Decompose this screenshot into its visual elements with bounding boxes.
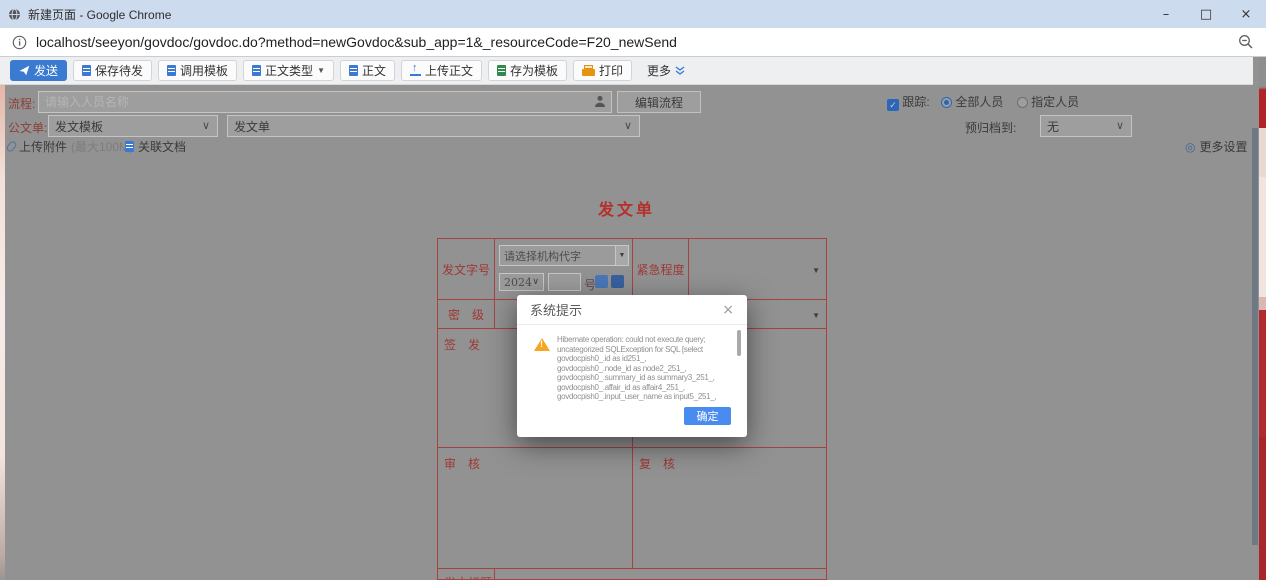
recheck-label: 复 核 bbox=[639, 457, 676, 471]
related-doc-link[interactable]: 关联文档 bbox=[125, 138, 186, 155]
doc-form-label: 公文单: bbox=[8, 121, 48, 135]
doc-number-label: 发文字号 bbox=[441, 262, 490, 277]
form-select[interactable]: 发文单 ∨ bbox=[227, 115, 640, 137]
url-text[interactable]: localhost/seeyon/govdoc/govdoc.do?method… bbox=[36, 34, 1238, 50]
body-type-dropdown-button[interactable]: 正文类型 ▼ bbox=[243, 60, 334, 81]
dialog-body: Hibernate operation: could not execute q… bbox=[517, 325, 747, 402]
recheck-cell[interactable]: 复 核 bbox=[633, 448, 826, 569]
window-controls: – □ × bbox=[1146, 0, 1266, 28]
page-content: 发送 保存待发 调用模板 正文类型 ▼ 正文 上传正文 存为模板 bbox=[0, 57, 1266, 580]
send-button[interactable]: 发送 bbox=[10, 60, 68, 81]
track-all-radio[interactable] bbox=[941, 97, 953, 108]
track-checkbox[interactable]: ✓ bbox=[887, 99, 899, 111]
doc-save-as-template-icon bbox=[497, 65, 507, 76]
doc-number-input-cell: 请选择机构代字 ▼ 2024 ∨ 号 bbox=[495, 239, 633, 300]
maximize-button[interactable]: □ bbox=[1186, 0, 1226, 28]
more-button[interactable]: 更多 bbox=[638, 60, 694, 81]
system-prompt-dialog: 系统提示 × Hibernate operation: could not ex… bbox=[517, 295, 747, 437]
org-code-select[interactable]: 请选择机构代字 ▼ bbox=[499, 245, 629, 266]
urgency-select-cell[interactable]: ▼ bbox=[689, 239, 826, 300]
doc-title-label: 发文标题 bbox=[444, 574, 492, 579]
doc-title-label-cell: 发文标题 bbox=[438, 569, 495, 579]
prearchive-select[interactable]: 无 ∨ bbox=[1040, 115, 1132, 137]
doc-type-icon bbox=[252, 65, 262, 76]
printer-icon bbox=[582, 65, 596, 76]
error-message: Hibernate operation: could not execute q… bbox=[557, 335, 717, 402]
select-number-icon[interactable] bbox=[595, 275, 608, 288]
person-picker-icon[interactable] bbox=[594, 95, 606, 108]
track-options: ✓ 跟踪: 全部人员 指定人员 bbox=[887, 93, 1079, 111]
urgency-label: 紧急程度 bbox=[636, 262, 685, 277]
track-assigned-label: 指定人员 bbox=[1031, 95, 1080, 109]
year-select[interactable]: 2024 ∨ bbox=[499, 273, 544, 291]
chevron-down-icon: ∨ bbox=[1115, 120, 1124, 132]
dialog-title: 系统提示 bbox=[530, 303, 583, 318]
check-number-icon[interactable] bbox=[611, 275, 624, 288]
upload-body-button[interactable]: 上传正文 bbox=[401, 60, 483, 81]
prearchive-label: 预归档到: bbox=[965, 121, 1017, 135]
caret-down-icon: ▼ bbox=[317, 66, 325, 75]
paperclip-icon bbox=[5, 140, 18, 153]
page-favicon-globe-icon bbox=[8, 8, 21, 21]
urgency-label-cell: 紧急程度 bbox=[633, 239, 689, 300]
warning-icon bbox=[534, 338, 550, 351]
zoom-out-icon[interactable] bbox=[1238, 34, 1254, 50]
more-settings-link[interactable]: ◎ 更多设置 bbox=[1185, 138, 1248, 155]
doc-number-label-cell: 发文字号 bbox=[438, 239, 495, 300]
secrecy-label-cell: 密 级 bbox=[438, 300, 495, 329]
gear-icon: ◎ bbox=[1185, 139, 1196, 154]
window-title: 新建页面 - Google Chrome bbox=[28, 7, 172, 22]
doc-icon bbox=[348, 65, 358, 76]
save-pending-button[interactable]: 保存待发 bbox=[73, 60, 153, 81]
minimize-button[interactable]: – bbox=[1146, 0, 1186, 28]
review-label: 审 核 bbox=[444, 457, 481, 471]
save-as-template-button[interactable]: 存为模板 bbox=[488, 60, 568, 81]
review-cell[interactable]: 审 核 bbox=[438, 448, 633, 569]
secrecy-label: 密 级 bbox=[447, 307, 484, 322]
related-doc-icon bbox=[125, 141, 134, 152]
left-wallpaper-strip bbox=[0, 85, 5, 580]
doc-sheet-title: 发文单 bbox=[597, 200, 655, 219]
doc-template-icon bbox=[167, 65, 177, 76]
chevron-down-icon: ∨ bbox=[623, 120, 632, 132]
upload-attachment-link[interactable]: 上传附件 (最大100M) bbox=[5, 138, 133, 155]
track-all-label: 全部人员 bbox=[955, 95, 1004, 109]
chevron-down-icon: ∨ bbox=[532, 276, 539, 286]
caret-down-icon: ▼ bbox=[615, 246, 628, 265]
url-bar[interactable]: localhost/seeyon/govdoc/govdoc.do?method… bbox=[0, 28, 1266, 57]
page-scrollbar-thumb[interactable] bbox=[1252, 128, 1258, 545]
process-label: 流程: bbox=[8, 97, 36, 111]
page-info-icon[interactable] bbox=[12, 35, 27, 50]
body-button[interactable]: 正文 bbox=[339, 60, 395, 81]
ok-button[interactable]: 确定 bbox=[684, 407, 731, 425]
doc-save-icon bbox=[82, 65, 92, 76]
process-input[interactable] bbox=[38, 91, 612, 113]
dialog-header: 系统提示 × bbox=[517, 295, 747, 325]
print-button[interactable]: 打印 bbox=[573, 60, 633, 81]
track-assigned-radio[interactable] bbox=[1016, 97, 1028, 108]
paper-plane-icon bbox=[19, 65, 30, 76]
doc-title-input-cell[interactable] bbox=[495, 569, 826, 579]
upload-icon bbox=[410, 62, 421, 76]
number-input[interactable] bbox=[548, 273, 581, 291]
edit-flow-button[interactable]: 编辑流程 bbox=[617, 91, 701, 113]
chevron-down-icon: ∨ bbox=[201, 120, 210, 132]
caret-down-icon: ▼ bbox=[812, 266, 820, 275]
dialog-close-icon[interactable]: × bbox=[722, 302, 734, 318]
template-select[interactable]: 发文模板 ∨ bbox=[48, 115, 218, 137]
use-template-button[interactable]: 调用模板 bbox=[158, 60, 238, 81]
caret-down-icon: ▼ bbox=[812, 311, 820, 320]
double-chevron-down-icon bbox=[675, 66, 685, 75]
govdoc-toolbar: 发送 保存待发 调用模板 正文类型 ▼ 正文 上传正文 存为模板 bbox=[0, 57, 1253, 85]
track-label: 跟踪: bbox=[902, 95, 930, 109]
close-button[interactable]: × bbox=[1226, 0, 1266, 28]
dialog-scrollbar-thumb[interactable] bbox=[737, 330, 741, 356]
right-wallpaper-strip bbox=[1259, 57, 1266, 580]
window-titlebar: 新建页面 - Google Chrome – □ × bbox=[0, 0, 1266, 28]
dialog-footer: 确定 bbox=[517, 402, 747, 436]
sign-label: 签 发 bbox=[444, 338, 481, 352]
